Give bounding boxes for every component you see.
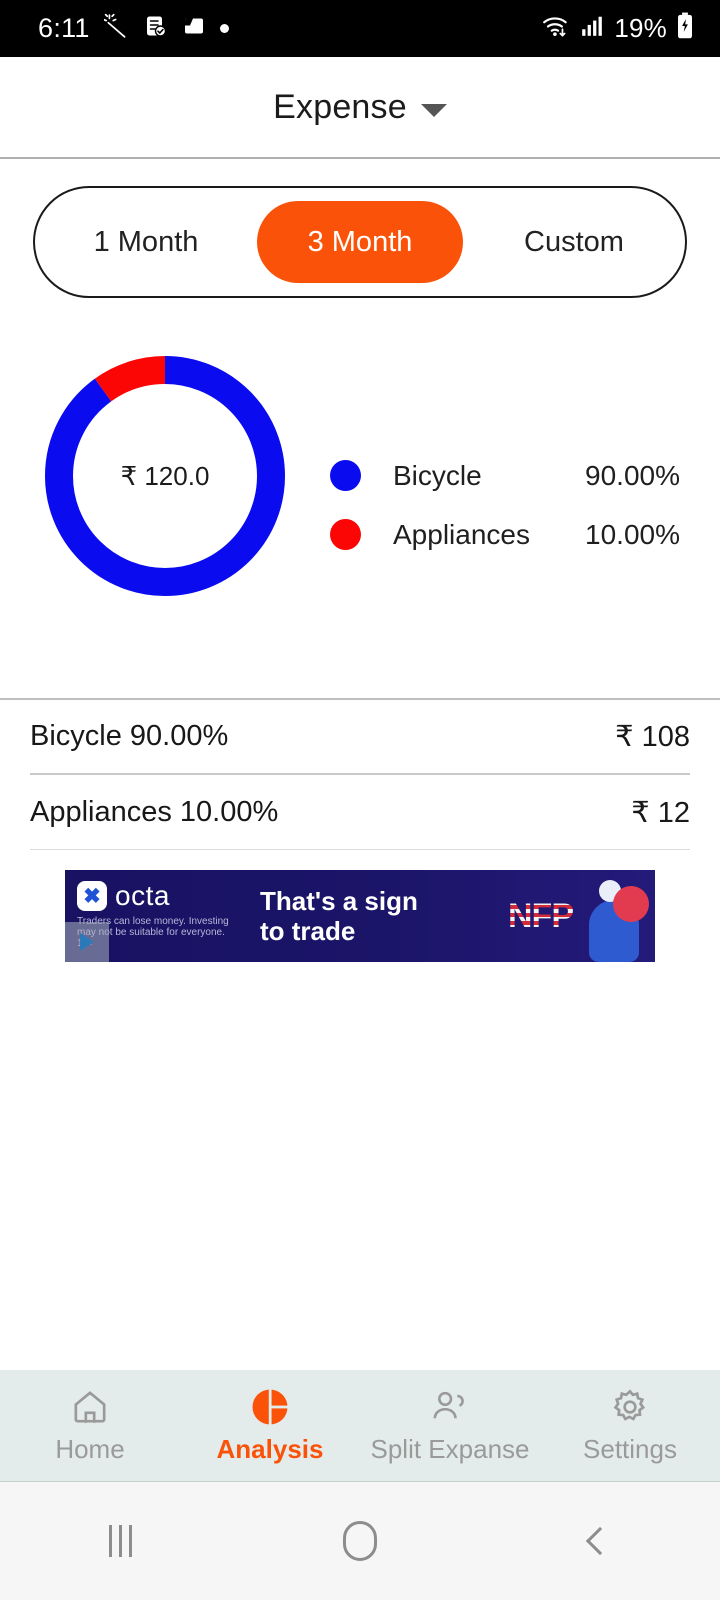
ad-headline-line2: to trade [260, 916, 356, 946]
status-bar-right: 19% [542, 12, 694, 45]
row-amount-appliances: ₹ 12 [631, 796, 690, 829]
legend-label-appliances: Appliances [393, 518, 530, 550]
recents-button[interactable] [0, 1525, 240, 1557]
legend-percent-bicycle: 90.00% [585, 459, 680, 491]
nav-label-settings: Settings [583, 1434, 677, 1464]
bottom-navigation: Home Analysis Split Expanse Settings [0, 1370, 720, 1482]
ad-headline: That's a sign to trade [260, 886, 418, 946]
expense-chart-area: ₹ 120.0 Bicycle 90.00% Appliances 10.00% [0, 298, 720, 698]
legend-item-appliances: Appliances 10.00% [330, 505, 680, 564]
status-time: 6:11 [38, 13, 90, 43]
segment-option-3-month[interactable]: 3 Month [257, 201, 463, 283]
nav-item-analysis[interactable]: Analysis [180, 1386, 360, 1465]
octa-logo-icon: ✖ [77, 881, 107, 911]
ad-artwork [581, 870, 655, 962]
gear-icon [609, 1386, 651, 1428]
people-icon [429, 1386, 471, 1428]
wifi-icon [542, 13, 570, 44]
app-header: Expense [0, 57, 720, 157]
home-circle-icon [343, 1521, 377, 1561]
battery-charging-icon [676, 12, 694, 45]
donut-center-total: ₹ 120.0 [120, 460, 210, 491]
legend-color-dot-appliances [330, 519, 361, 550]
home-button[interactable] [240, 1521, 480, 1561]
row-label-bicycle: Bicycle 90.00% [30, 720, 229, 752]
back-chevron-icon [585, 1526, 615, 1556]
note-check-icon [144, 14, 168, 43]
ad-banner[interactable]: ✖ octa Traders can lose money. Investing… [65, 870, 655, 962]
table-row[interactable]: Bicycle 90.00% ₹ 108 [30, 700, 690, 775]
caret-down-icon[interactable] [420, 103, 447, 117]
expense-breakdown-list: Bicycle 90.00% ₹ 108 Appliances 10.00% ₹… [0, 700, 720, 850]
legend-color-dot-bicycle [330, 460, 361, 491]
nav-label-home: Home [55, 1434, 125, 1464]
legend-percent-appliances: 10.00% [585, 518, 680, 550]
status-bar: 6:11 19% [0, 0, 720, 57]
legend-item-bicycle: Bicycle 90.00% [330, 446, 680, 505]
nav-item-split-expanse[interactable]: Split Expanse [360, 1386, 540, 1465]
magic-wand-icon [102, 13, 130, 44]
home-icon [69, 1386, 111, 1428]
recents-icon [108, 1525, 132, 1557]
nav-label-analysis: Analysis [216, 1434, 324, 1464]
dot-indicator [219, 24, 229, 33]
segment-option-1-month[interactable]: 1 Month [43, 201, 249, 283]
status-bar-left: 6:11 [38, 13, 229, 44]
table-row[interactable]: Appliances 10.00% ₹ 12 [30, 775, 690, 850]
app-screen: 6:11 19% Expense 1 Month 3 Month Custom … [0, 0, 720, 1600]
page-title: Expense [273, 87, 407, 126]
ad-logo-block: ✖ octa Traders can lose money. Investing… [65, 870, 250, 962]
ad-banner-wrap: ✖ octa Traders can lose money. Investing… [0, 850, 720, 962]
back-button[interactable] [480, 1526, 720, 1556]
expense-donut-chart[interactable]: ₹ 120.0 [45, 356, 285, 596]
ad-headline-line1: That's a sign [260, 886, 418, 916]
nav-item-home[interactable]: Home [0, 1386, 180, 1465]
battery-percent-label: 19% [614, 13, 667, 43]
range-selector-wrap: 1 Month 3 Month Custom [0, 159, 720, 298]
row-label-appliances: Appliances 10.00% [30, 795, 279, 828]
segment-option-custom[interactable]: Custom [471, 201, 677, 283]
chart-legend: Bicycle 90.00% Appliances 10.00% [330, 446, 680, 564]
ad-brand-name: octa [115, 880, 170, 911]
legend-label-bicycle: Bicycle [393, 459, 482, 491]
range-segmented-control: 1 Month 3 Month Custom [33, 186, 687, 298]
pie-chart-icon [249, 1386, 291, 1428]
ad-nfp-badge: NFP [508, 896, 574, 935]
nav-item-settings[interactable]: Settings [540, 1386, 720, 1465]
nav-label-split-expanse: Split Expanse [370, 1434, 530, 1464]
row-amount-bicycle: ₹ 108 [615, 721, 690, 753]
android-system-nav [0, 1482, 720, 1600]
ad-choices-icon[interactable] [65, 922, 109, 962]
signal-icon [579, 14, 605, 43]
card-icon [182, 14, 206, 43]
ad-brand-row: ✖ octa [77, 870, 250, 911]
